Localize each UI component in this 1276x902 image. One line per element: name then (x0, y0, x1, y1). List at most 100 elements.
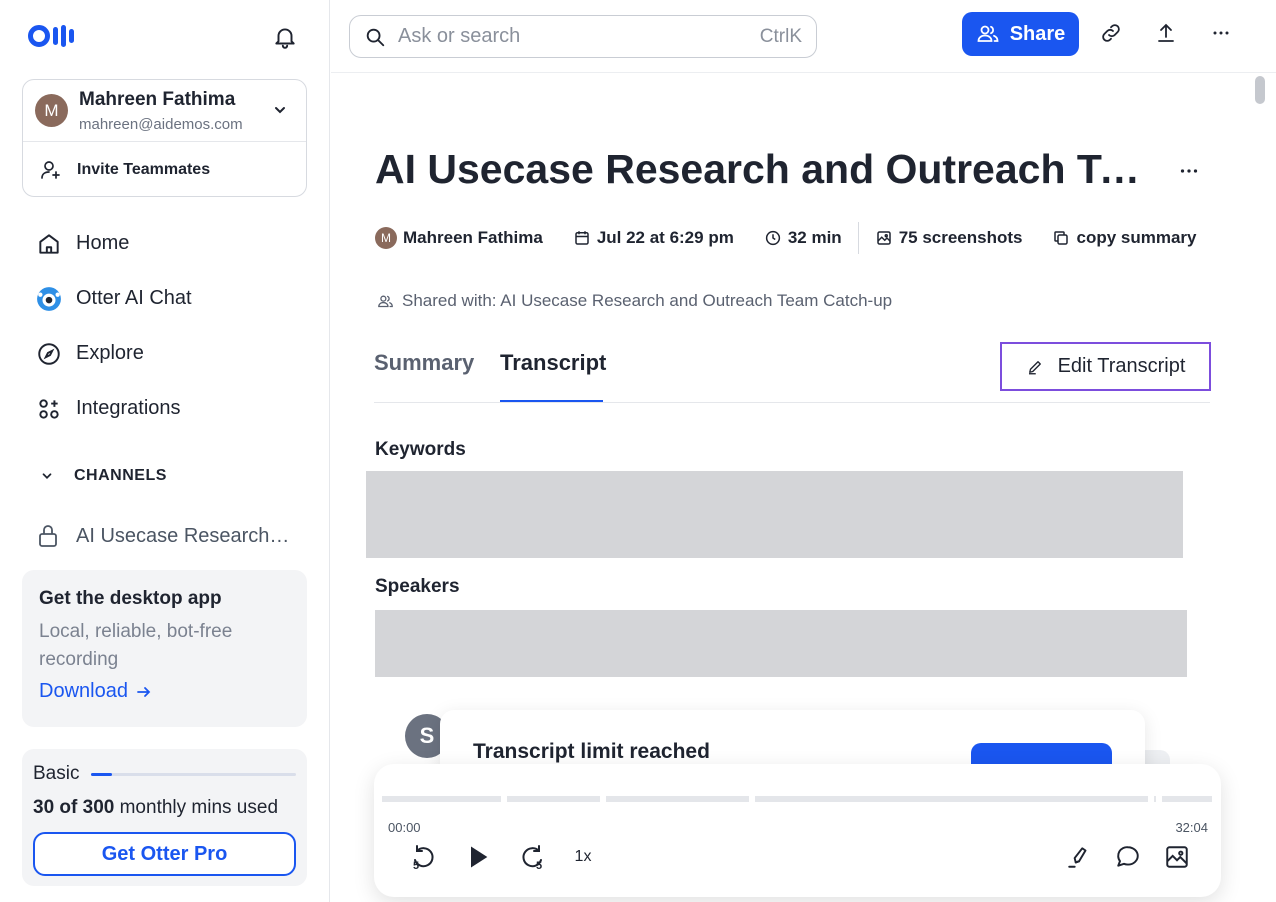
current-time: 00:00 (388, 820, 421, 835)
speakers-placeholder (375, 610, 1187, 677)
copy-summary-text: copy summary (1076, 228, 1197, 247)
page-title: AI Usecase Research and Outreach Team Ca… (375, 146, 1155, 192)
get-otter-pro-button[interactable]: Get Otter Pro (33, 832, 296, 876)
meta-divider (857, 222, 859, 254)
clock-icon (765, 230, 780, 246)
rewind-icon: 5 (413, 845, 434, 871)
nav-item-otter-ai-chat[interactable]: Otter AI Chat (22, 271, 307, 326)
meta-duration: 32 min (764, 228, 842, 248)
nav-label: Home (76, 232, 130, 254)
image-icon (1166, 846, 1188, 868)
avatar: M (35, 94, 68, 127)
search-bar[interactable]: CtrlK (349, 15, 817, 58)
plan-name: Basic (33, 763, 80, 784)
invite-label: Invite Teammates (77, 160, 211, 178)
nav-label: Otter AI Chat (76, 287, 192, 309)
edit-transcript-label: Edit Transcript (1057, 355, 1186, 377)
more-options-button[interactable] (1208, 20, 1234, 46)
plan-card: Basic 30 of 300 monthly mins used Get Ot… (22, 749, 307, 886)
owner-name: Mahreen Fathima (403, 228, 543, 247)
comment-button[interactable] (1113, 842, 1143, 872)
nav-label: Explore (76, 342, 144, 364)
forward-seconds: 5 (536, 860, 542, 871)
search-shortcut: CtrlK (759, 25, 802, 47)
usage-progress-bar (91, 772, 296, 776)
share-button[interactable]: Share (962, 12, 1079, 56)
scrollbar-thumb[interactable] (1255, 76, 1265, 104)
main-nav: Home Otter AI Chat Explore Integrations (22, 216, 307, 436)
download-link[interactable]: Download (39, 680, 152, 703)
compass-icon (38, 342, 60, 365)
meta-screenshots[interactable]: 75 screenshots (875, 228, 1023, 248)
channels-label: CHANNELS (74, 467, 167, 484)
nav-item-integrations[interactable]: Integrations (22, 381, 307, 436)
play-button[interactable] (463, 842, 493, 872)
comment-icon (1117, 846, 1139, 867)
desktop-card-description: Local, reliable, bot-free recording (39, 621, 233, 670)
image-icon (876, 231, 891, 245)
highlight-button[interactable] (1064, 842, 1094, 872)
highlighter-icon (1068, 847, 1087, 868)
otter-ai-chat-icon (37, 286, 61, 311)
avatar: M (375, 227, 397, 249)
rewind-seconds: 5 (413, 860, 419, 871)
users-icon (378, 295, 393, 307)
invite-teammates-button[interactable]: Invite Teammates (23, 142, 306, 197)
shared-with-text: Shared with: AI Usecase Research and Out… (402, 291, 893, 310)
forward-5-button[interactable]: 5 (518, 842, 548, 872)
waveform-timeline[interactable] (382, 796, 1213, 802)
desktop-app-card: Get the desktop app Local, reliable, bot… (22, 570, 307, 727)
edit-transcript-button[interactable]: Edit Transcript (1000, 342, 1211, 391)
conversation-meta: M Mahreen Fathima Jul 22 at 6:29 pm 32 m… (375, 222, 1226, 254)
chevron-down-icon (275, 107, 285, 114)
limit-title: Transcript limit reached (473, 740, 710, 763)
lock-icon (39, 525, 57, 547)
tab-summary[interactable]: Summary (374, 350, 474, 376)
keywords-heading: Keywords (375, 439, 466, 460)
audio-player: 00:00 32:04 5 5 1x (374, 764, 1221, 897)
share-label: Share (1009, 22, 1066, 45)
shared-with: Shared with: AI Usecase Research and Out… (377, 291, 892, 311)
meta-owner: M Mahreen Fathima (375, 227, 543, 249)
export-button[interactable] (1153, 20, 1179, 46)
nav-label: Integrations (76, 397, 181, 419)
playback-speed-button[interactable]: 1x (568, 842, 598, 872)
search-icon (366, 28, 385, 46)
nav-item-explore[interactable]: Explore (22, 326, 307, 381)
rewind-5-button[interactable]: 5 (408, 842, 438, 872)
screenshot-button[interactable] (1162, 842, 1192, 872)
play-icon (471, 846, 488, 868)
screenshots-text: 75 screenshots (898, 228, 1023, 247)
channel-item[interactable]: AI Usecase Research and Outreach Team Ca… (36, 520, 306, 552)
account-switcher[interactable]: M Mahreen Fathima mahreen@aidemos.com (23, 80, 306, 142)
download-label: Download (39, 680, 128, 702)
tab-transcript[interactable]: Transcript (500, 350, 606, 376)
upload-icon (1158, 23, 1174, 42)
otter-logo[interactable] (28, 25, 74, 47)
pencil-icon (1028, 360, 1041, 374)
home-icon (39, 233, 59, 254)
usage-suffix: monthly mins used (119, 797, 279, 818)
more-horizontal-icon (1213, 31, 1229, 35)
date-text: Jul 22 at 6:29 pm (596, 228, 734, 247)
copy-icon (1054, 231, 1069, 245)
integrations-icon (39, 398, 59, 419)
topbar-divider (331, 72, 1276, 73)
search-input[interactable] (398, 25, 748, 48)
bell-icon[interactable] (272, 24, 298, 50)
active-tab-indicator (500, 400, 603, 402)
duration-text: 32 min (787, 228, 842, 247)
copy-link-button[interactable] (1098, 20, 1124, 46)
channels-toggle[interactable]: CHANNELS (40, 467, 167, 485)
nav-item-home[interactable]: Home (22, 216, 307, 271)
forward-icon: 5 (522, 845, 542, 871)
sidebar: M Mahreen Fathima mahreen@aidemos.com In… (0, 0, 330, 902)
usage-count: 30 of 300 (33, 797, 115, 818)
title-more-button[interactable] (1176, 158, 1202, 184)
copy-summary-button[interactable]: copy summary (1052, 228, 1196, 248)
calendar-icon (575, 231, 589, 245)
total-time: 32:04 (1175, 820, 1208, 835)
arrow-right-icon (137, 686, 151, 697)
meta-date: Jul 22 at 6:29 pm (573, 228, 734, 248)
account-card: M Mahreen Fathima mahreen@aidemos.com In… (22, 79, 307, 197)
